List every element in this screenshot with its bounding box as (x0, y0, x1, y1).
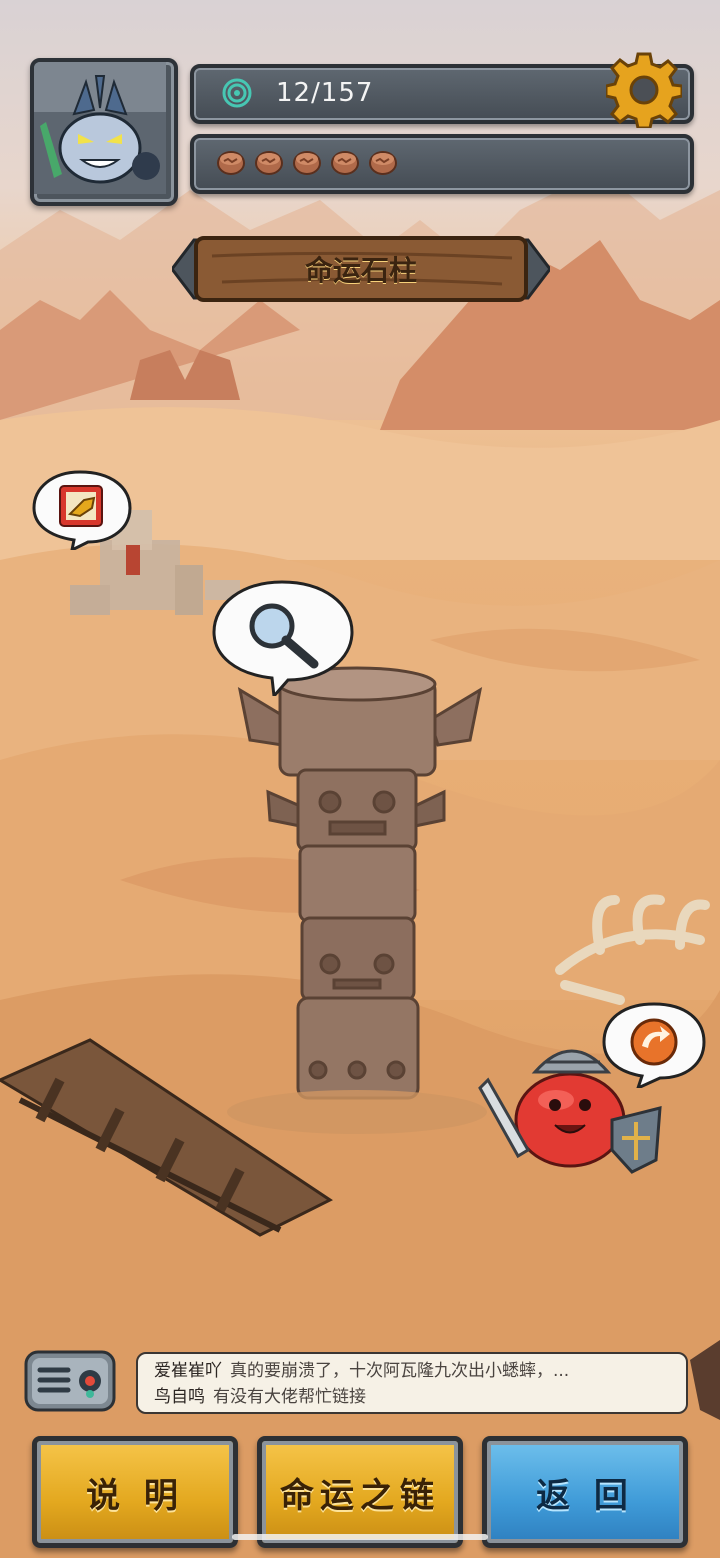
refresh-icon (630, 1018, 678, 1066)
stone-token-icon (369, 151, 397, 175)
chat-text: 真的要崩溃了，十次阿瓦隆九次出小蟋蟀，... (230, 1361, 570, 1381)
target-icon (222, 78, 252, 108)
token-bar (190, 134, 694, 194)
gear-icon[interactable] (606, 52, 682, 128)
refresh-bubble[interactable] (602, 1002, 706, 1092)
chat-sender: 爱崔崔吖 (154, 1361, 222, 1381)
token-list (216, 147, 398, 177)
horned-monster-avatar-icon (34, 62, 166, 194)
chat-sender: 鸟自鸣 (154, 1387, 205, 1407)
chat-text: 有没有大佬帮忙链接 (213, 1387, 366, 1407)
page-title: 命运石柱 (304, 254, 417, 287)
radio-icon (24, 1350, 116, 1412)
stone-token-icon (255, 151, 283, 175)
stone-token-icon (293, 151, 321, 175)
back-button[interactable]: 返 回 (482, 1436, 688, 1548)
chat-message: 鸟自鸣 有没有大佬帮忙链接 (154, 1384, 670, 1410)
chat-message: 爱崔崔吖 真的要崩溃了，十次阿瓦隆九次出小蟋蟀，... (154, 1358, 670, 1384)
chat-preview[interactable]: 爱崔崔吖 真的要崩溃了，十次阿瓦隆九次出小蟋蟀，... 鸟自鸣 有没有大佬帮忙链接 (136, 1352, 688, 1414)
player-avatar[interactable] (30, 58, 178, 206)
scroll-horn-icon (59, 485, 103, 527)
home-indicator[interactable] (232, 1534, 488, 1540)
progress-count: 12/157 (276, 78, 374, 108)
stone-token-icon (331, 151, 359, 175)
stone-token-icon (217, 151, 245, 175)
scroll-bubble[interactable] (32, 470, 132, 554)
chat-radio-button[interactable] (24, 1350, 116, 1412)
help-button[interactable]: 说 明 (32, 1436, 238, 1548)
stage-title-plank: 命运石柱 (170, 234, 552, 304)
inspect-bubble[interactable] (212, 580, 356, 700)
fate-chain-button[interactable]: 命运之链 (257, 1436, 463, 1548)
